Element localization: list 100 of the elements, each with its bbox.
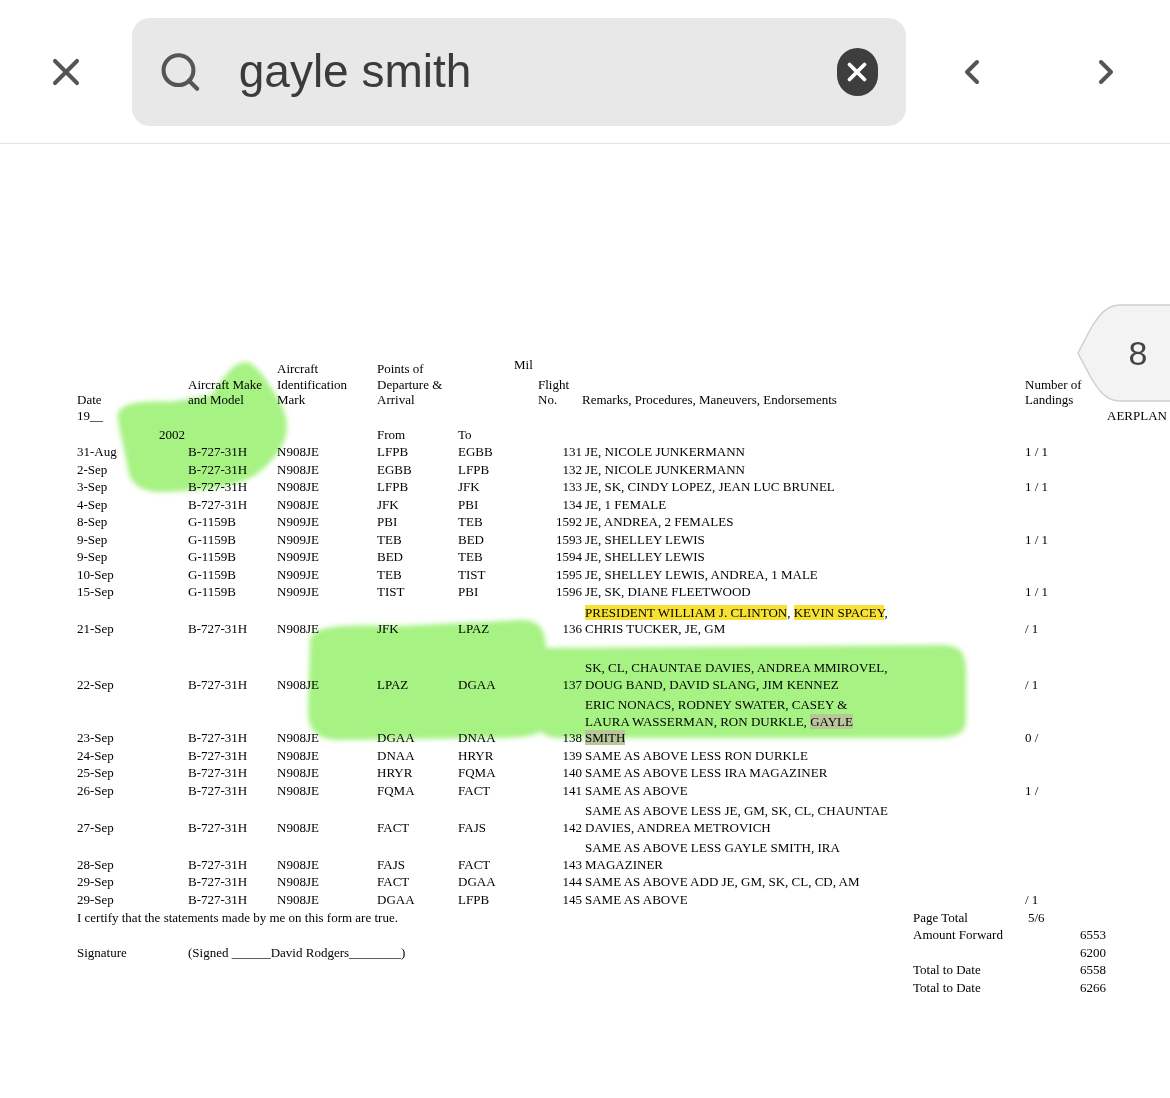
table-cell-text: LPAZ [458, 621, 491, 638]
remark-text: JE, NICOLE JUNKERMANN [585, 444, 745, 459]
remark-text: SAME AS ABOVE LESS GAYLE SMITH, IRA [585, 840, 840, 855]
highlighted-text: PRESIDENT WILLIAM J. CLINTON [585, 604, 788, 620]
table-cell-text: N908JE [277, 747, 320, 764]
remark-text: JE, NICOLE JUNKERMANN [585, 461, 745, 477]
table-cell-text: HRYR [377, 765, 414, 782]
table-cell-text: 29-Sep [77, 874, 115, 891]
total-value: 6200 [1079, 943, 1106, 961]
table-cell-text: 1592 [555, 514, 582, 531]
remark-text: , [884, 604, 888, 620]
table-cell-text: N908JE [277, 856, 320, 873]
table-cell-text: / 1 [1025, 676, 1040, 693]
remark-text: SAME AS ABOVE [585, 782, 688, 798]
column-heading: Flight No. [538, 376, 570, 408]
table-cell-text: G-1159B [188, 514, 237, 531]
table-cell-text: 10-Sep [77, 566, 115, 583]
table-cell-text: 1 / 1 [1025, 479, 1050, 496]
table-cell-text: FACT [458, 782, 492, 799]
table-cell-text: DGAA [377, 891, 416, 908]
table-cell-text: 29-Sep [77, 891, 115, 908]
table-cell-text: 1 / 1 [1025, 531, 1050, 548]
table-cell-text: LPAZ [377, 676, 410, 693]
remark-text: DAVIES, ANDREA METROVICH [585, 819, 771, 835]
search-input[interactable]: gayle smith [238, 37, 837, 106]
table-cell-text: 143 [561, 856, 582, 873]
table-cell-text: DGAA [377, 730, 416, 747]
table-cell-text: PBI [458, 584, 480, 601]
table-cell-text: B-727-31H [188, 819, 249, 836]
table-cell-text: G-1159B [188, 584, 237, 601]
table-cell-text: N908JE [277, 621, 320, 638]
table-cell-text: N909JE [277, 514, 320, 531]
table-cell-text: N908JE [277, 676, 320, 693]
remark-text: LAURA WASSERMAN, RON DURKLE, [585, 713, 808, 729]
remark-text: ERIC NONACS, RODNEY SWATER, CASEY & [585, 697, 848, 712]
table-cell-text: FAJS [377, 856, 406, 873]
table-cell-text: N908JE [277, 479, 320, 496]
total-label: Page Total [913, 908, 969, 926]
table-cell-text: BED [458, 531, 485, 548]
table-cell-text: 21-Sep [77, 621, 115, 638]
table-cell-text: 1 / 1 [1025, 584, 1050, 601]
table-cell-text: N908JE [277, 461, 320, 478]
column-heading: From [377, 427, 406, 442]
table-cell-text: 139 [561, 747, 582, 764]
table-cell-text: 4-Sep [77, 496, 109, 513]
total-value: 5/6 [1028, 908, 1046, 926]
table-cell-text: / 1 [1025, 621, 1040, 638]
remark-text: JE, ANDREA, 2 FEMALES [585, 514, 734, 529]
remark-text: SAME AS ABOVE LESS JE, GM, SK, CL, CHAUNTAE [585, 803, 889, 818]
remark-text: SK, CL, CHAUNTAE DAVIES, ANDREA MMIROVEL, [585, 660, 888, 675]
remark-text: JE, SHELLEY LEWIS [585, 531, 705, 547]
remark-text: SAME AS ABOVE LESS RON DURKLE [585, 747, 808, 763]
table-cell-text: TEB [377, 531, 403, 548]
table-cell-text: 133 [561, 479, 582, 496]
remark-text: JE, SK, DIANE FLEETWOOD [585, 584, 751, 599]
table-cell-text: 25-Sep [77, 765, 115, 782]
table-cell-text: G-1159B [188, 566, 237, 583]
table-cell-text: 28-Sep [77, 856, 115, 873]
table-cell-text: 3-Sep [77, 479, 109, 496]
table-cell-text: 138 [561, 730, 582, 747]
table-cell-text: B-727-31H [188, 621, 249, 638]
table-cell-text: FQMA [377, 782, 416, 799]
remark-text: JE, SHELLEY LEWIS, ANDREA, 1 MALE [585, 566, 818, 582]
table-cell-text: EGBB [377, 461, 413, 478]
table-cell-text: 9-Sep [77, 531, 109, 548]
table-cell-text: B-727-31H [188, 874, 249, 891]
table-cell-text: TEB [458, 514, 484, 531]
table-cell-text: N909JE [277, 531, 320, 548]
table-cell-text: BED [377, 549, 404, 566]
table-cell-text: N908JE [277, 765, 320, 782]
column-heading: AERPLAN [1107, 407, 1167, 423]
remark-text: CHRIS TUCKER, JE, GM [585, 621, 726, 636]
column-heading: To [458, 427, 472, 442]
table-cell-text: 0 / [1025, 730, 1040, 747]
table-cell-text: JFK [458, 479, 481, 496]
column-heading: Remarks, Procedures, Maneuvers, Endorsements [582, 392, 837, 408]
search-field[interactable]: gayle smith [132, 17, 906, 126]
table-cell-text: N908JE [277, 730, 320, 747]
table-cell-text: / 1 [1025, 891, 1040, 908]
table-cell-text: N909JE [277, 566, 320, 583]
table-cell-text: PBI [458, 496, 480, 513]
remark-text: JE, SK, CINDY LOPEZ, JEAN LUC BRUNEL [585, 479, 835, 494]
table-cell-text: 27-Sep [77, 819, 115, 836]
table-cell-text: 142 [561, 819, 582, 836]
table-cell-text: DNAA [458, 730, 497, 747]
table-cell-text: 137 [561, 676, 582, 693]
column-heading: Date 19__ [77, 392, 103, 423]
table-cell-text: 31-Aug [77, 444, 118, 461]
table-cell-text: 141 [561, 782, 582, 799]
remark-text: SAME AS ABOVE [585, 891, 688, 907]
table-cell-text: N908JE [277, 819, 320, 836]
table-cell-text: JFK [377, 496, 400, 513]
table-cell-text: N908JE [277, 496, 320, 513]
table-cell-text: DNAA [377, 747, 416, 764]
table-cell-text: LFPB [458, 461, 491, 478]
clear-search-button[interactable] [836, 47, 878, 96]
remark-text: DOUG BAND, DAVID SLANG, JIM KENNEZ [585, 676, 839, 692]
table-cell-text: PBI [377, 514, 399, 531]
total-label: Total to Date [913, 961, 982, 979]
table-cell-text: LFPB [377, 479, 410, 496]
